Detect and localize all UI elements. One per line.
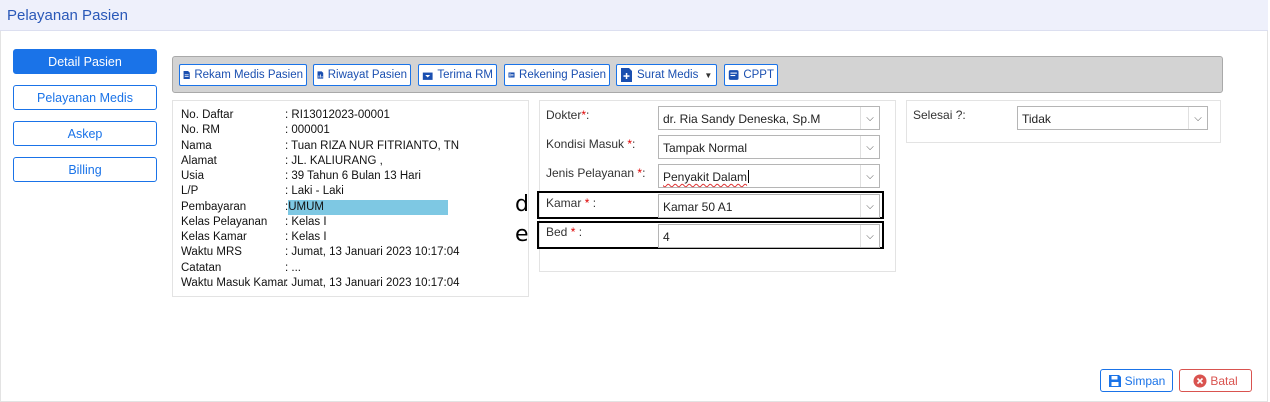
kondisi-masuk-select[interactable]: Tampak Normal ⌵ <box>658 135 880 159</box>
page-title: Pelayanan Pasien <box>7 7 128 24</box>
info-row-no-daftar: No. Daftar: RI13012023-00001 <box>181 109 390 121</box>
page-header: Pelayanan Pasien <box>0 0 1268 31</box>
chevron-down-icon: ⌵ <box>860 107 879 129</box>
rekening-pasien-label: Rekening Pasien <box>519 69 606 81</box>
jenis-pelayanan-select[interactable]: Penyakit Dalam ⌵ <box>658 164 880 188</box>
info-row-waktu-mrs: Waktu MRS: Jumat, 13 Januari 2023 10:17:… <box>181 246 460 258</box>
riwayat-pasien-label: Riwayat Pasien <box>327 69 407 81</box>
patient-info-panel: No. Daftar: RI13012023-00001 No. RM: 000… <box>172 100 529 297</box>
dokter-label: Dokter*: <box>546 108 590 122</box>
chevron-down-icon: ⌵ <box>860 225 879 247</box>
dokter-select[interactable]: dr. Ria Sandy Deneska, Sp.M ⌵ <box>658 106 880 130</box>
bed-label: Bed * : <box>546 225 583 239</box>
file-icon <box>183 71 190 79</box>
floppy-icon <box>1108 374 1121 387</box>
chevron-down-icon: ⌵ <box>860 195 879 217</box>
save-button[interactable]: Simpan <box>1100 369 1173 392</box>
info-row-alamat: Alamat: JL. KALIURANG , <box>181 155 383 167</box>
notes-icon <box>728 70 739 80</box>
rekam-medis-button[interactable]: Rekam Medis Pasien <box>179 64 307 86</box>
info-row-nama: Nama: Tuan RIZA NUR FITRIANTO, TN <box>181 140 460 152</box>
chevron-down-icon: ⌵ <box>860 165 879 187</box>
surat-medis-label: Surat Medis <box>637 69 699 81</box>
kamar-label: Kamar * : <box>546 196 597 210</box>
rekam-medis-label: Rekam Medis Pasien <box>194 69 303 81</box>
chevron-down-icon: ⌵ <box>860 136 879 158</box>
nav-detail-pasien[interactable]: Detail Pasien <box>13 49 157 74</box>
terima-rm-label: Terima RM <box>437 69 493 81</box>
cancel-button[interactable]: Batal <box>1179 369 1252 392</box>
riwayat-pasien-button[interactable]: Riwayat Pasien <box>313 64 411 86</box>
selesai-select[interactable]: Tidak ⌵ <box>1017 106 1208 130</box>
chevron-down-icon: ⌵ <box>1188 107 1207 129</box>
nav-billing[interactable]: Billing <box>13 157 157 182</box>
info-row-pembayaran: Pembayaran:UMUM <box>181 200 448 215</box>
text-cursor <box>748 170 750 183</box>
info-row-no-rm: No. RM: 000001 <box>181 124 330 136</box>
info-row-catatan: Catatan: ... <box>181 262 301 274</box>
annotation-e: e <box>515 222 529 247</box>
info-row-waktu-masuk-kamar: Waktu Masuk Kamar: Jumat, 13 Januari 202… <box>181 277 460 289</box>
info-row-kelas-pelayanan: Kelas Pelayanan: Kelas I <box>181 216 327 228</box>
jenis-pelayanan-label: Jenis Pelayanan *: <box>546 166 646 180</box>
info-row-lp: L/P: Laki - Laki <box>181 185 344 197</box>
rekening-pasien-button[interactable]: Rekening Pasien <box>504 64 610 86</box>
terima-rm-button[interactable]: Terima RM <box>418 64 497 86</box>
inbox-icon <box>422 72 433 80</box>
caret-down-icon: ▼ <box>704 70 713 80</box>
info-row-kelas-kamar: Kelas Kamar: Kelas I <box>181 231 327 243</box>
kamar-select[interactable]: Kamar 50 A1 ⌵ <box>658 194 880 218</box>
selesai-label: Selesai ?: <box>913 108 966 122</box>
close-circle-icon <box>1193 374 1207 387</box>
nav-pelayanan-medis[interactable]: Pelayanan Medis <box>13 85 157 110</box>
nav-askep[interactable]: Askep <box>13 121 157 146</box>
file-chart-icon <box>317 71 324 79</box>
cppt-button[interactable]: CPPT <box>724 64 778 86</box>
kondisi-masuk-label: Kondisi Masuk *: <box>546 137 636 151</box>
toolbar: Rekam Medis Pasien Riwayat Pasien Terima… <box>172 56 1223 93</box>
info-row-usia: Usia: 39 Tahun 6 Bulan 13 Hari <box>181 170 421 182</box>
annotation-d: d <box>515 192 529 217</box>
ledger-icon <box>508 72 515 78</box>
bed-select[interactable]: 4 ⌵ <box>658 224 880 248</box>
surat-medis-dropdown[interactable]: Surat Medis ▼ <box>616 64 717 86</box>
cppt-label: CPPT <box>743 69 774 81</box>
pembayaran-highlight: UMUM <box>288 200 448 215</box>
file-plus-icon <box>621 68 632 82</box>
